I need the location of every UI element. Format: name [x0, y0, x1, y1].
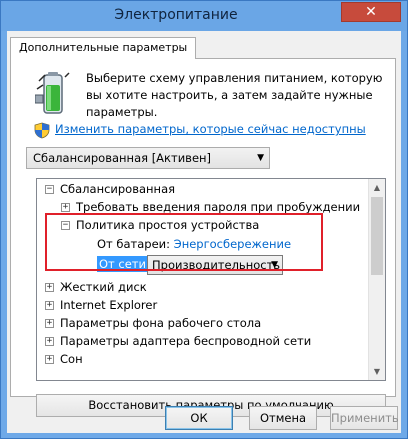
cancel-button[interactable]: Отмена	[249, 406, 317, 430]
scroll-thumb[interactable]	[371, 197, 383, 275]
power-plan-select[interactable]: Сбалансированная [Активен] ▼	[26, 147, 270, 169]
tree-item-desktop-background[interactable]: + Параметры фона рабочего стола	[45, 314, 261, 332]
expand-icon[interactable]: +	[45, 283, 54, 292]
tree-item-label: Internet Explorer	[60, 298, 158, 312]
expand-icon[interactable]: +	[45, 355, 54, 364]
tree-item-label: Параметры адаптера беспроводной сети	[60, 334, 312, 348]
chevron-down-icon: ▼	[257, 153, 264, 163]
close-icon: ✕	[365, 4, 377, 20]
tree-item-internet-explorer[interactable]: + Internet Explorer	[45, 296, 157, 314]
tab-advanced-settings[interactable]: Дополнительные параметры	[10, 37, 197, 59]
title-bar[interactable]: Электропитание ✕	[1, 1, 407, 31]
power-plan-value: Сбалансированная [Активен]	[33, 151, 212, 165]
apply-button[interactable]: Применить	[330, 406, 399, 430]
tree-item-wireless-adapter[interactable]: + Параметры адаптера беспроводной сети	[45, 332, 311, 350]
tree-scrollbar[interactable]: ▲ ▼	[368, 179, 385, 380]
power-options-window: Электропитание ✕ Дополнительные параметр…	[0, 0, 408, 439]
tree-item-label: Сон	[60, 352, 83, 366]
expand-icon[interactable]: +	[45, 337, 54, 346]
expand-icon[interactable]: +	[45, 319, 54, 328]
tree-item-label: Требовать введения пароля при пробуждени…	[76, 200, 361, 214]
expand-icon[interactable]: +	[61, 203, 70, 212]
uac-shield-icon	[34, 122, 50, 139]
tree-item-label: Параметры фона рабочего стола	[60, 316, 262, 330]
tree-item-balanced[interactable]: − Сбалансированная	[45, 180, 175, 198]
tree-item-label: Сбалансированная	[60, 182, 176, 196]
scroll-up-icon[interactable]: ▲	[369, 179, 385, 196]
expand-icon[interactable]: +	[45, 301, 54, 310]
tree-item-sleep[interactable]: + Сон	[45, 350, 83, 368]
settings-tree[interactable]: − Сбалансированная + Требовать введения па…	[36, 178, 386, 381]
change-unavailable-settings-link[interactable]: Изменить параметры, которые сейчас недос…	[55, 122, 366, 136]
battery-icon	[35, 72, 70, 114]
close-button[interactable]: ✕	[341, 2, 401, 22]
window-title: Электропитание	[114, 7, 238, 23]
annotation-highlight	[45, 213, 323, 271]
tree-item-hard-disk[interactable]: + Жесткий диск	[45, 278, 147, 296]
ok-button[interactable]: ОК	[165, 406, 233, 430]
scroll-down-icon[interactable]: ▼	[369, 363, 385, 380]
collapse-icon[interactable]: −	[45, 185, 54, 194]
intro-text: Выберите схему управления питанием, кото…	[86, 71, 383, 119]
tree-item-label: Жесткий диск	[60, 280, 147, 294]
